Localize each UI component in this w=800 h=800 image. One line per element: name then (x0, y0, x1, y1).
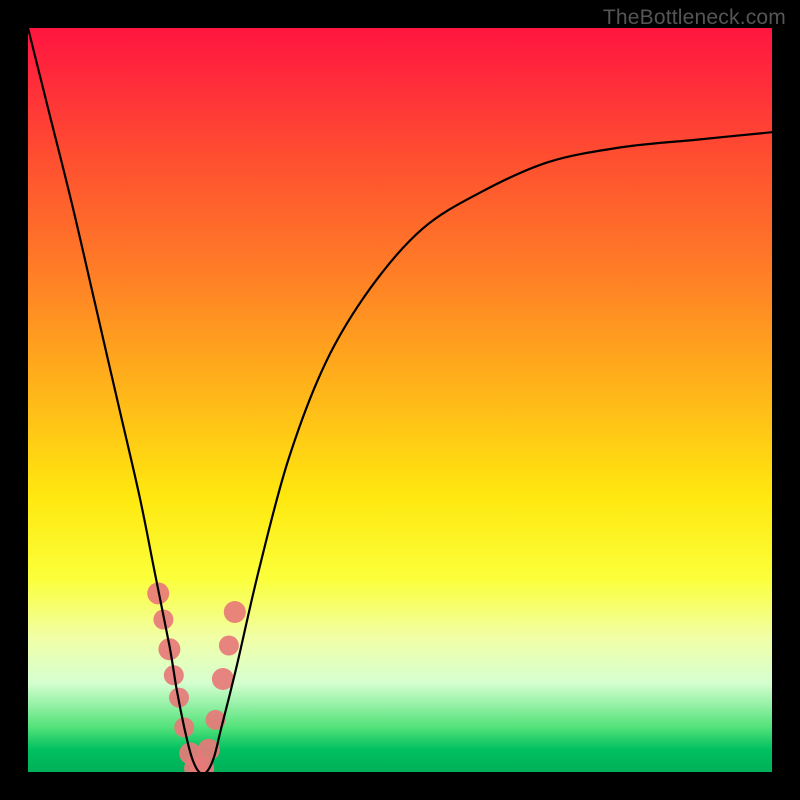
bottleneck-curve (28, 28, 772, 772)
highlight-marker (224, 601, 246, 623)
chart-plot-area (28, 28, 772, 772)
highlight-marker (219, 636, 239, 656)
watermark-text: TheBottleneck.com (603, 6, 786, 30)
chart-svg (28, 28, 772, 772)
chart-outer-frame: TheBottleneck.com (0, 0, 800, 800)
